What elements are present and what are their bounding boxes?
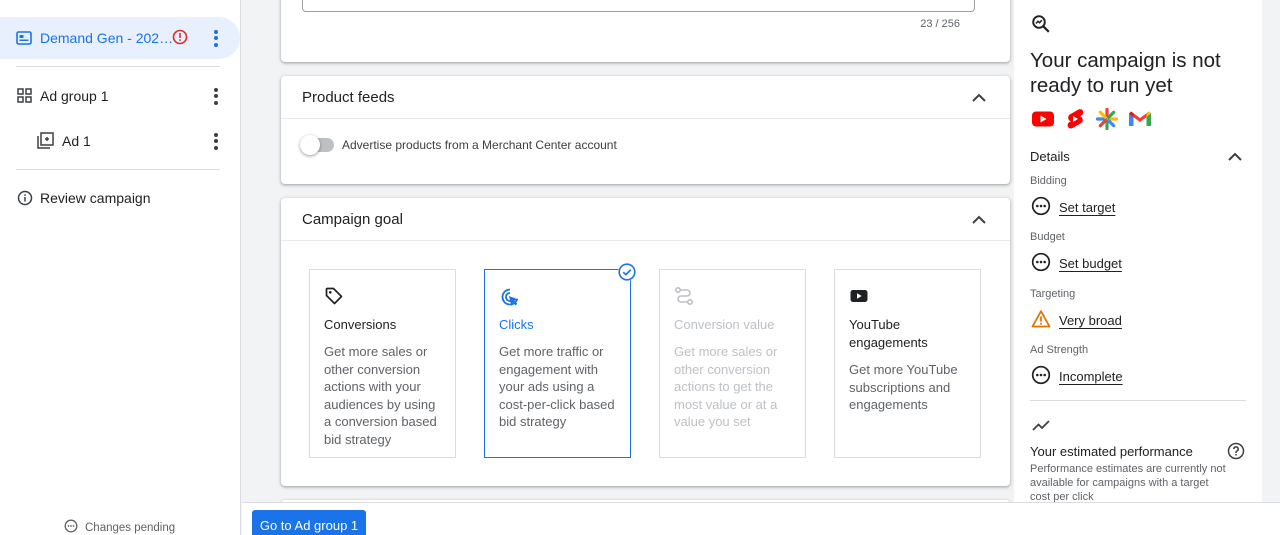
estimated-performance-title: Your estimated performance xyxy=(1030,444,1193,459)
campaign-goal-title: Campaign goal xyxy=(302,211,403,228)
merchant-center-toggle[interactable] xyxy=(300,135,334,155)
description-text-field[interactable] xyxy=(302,0,975,12)
divider xyxy=(1030,400,1246,401)
youtube-logo-icon xyxy=(1031,107,1055,136)
goal-description: Get more YouTube subscriptions and engag… xyxy=(849,362,958,412)
pending-label: Changes pending xyxy=(85,521,176,534)
divider xyxy=(16,66,220,67)
set-target-link[interactable]: Set target xyxy=(1059,200,1115,215)
bidding-value[interactable]: Set target xyxy=(1031,196,1115,219)
warning-icon xyxy=(1031,309,1051,332)
goal-option-conversion-value: Conversion value Get more sales or other… xyxy=(659,269,806,458)
goal-title: Conversions xyxy=(324,317,397,332)
sidebar-item-label: Review campaign xyxy=(40,190,151,206)
info-icon xyxy=(17,190,33,209)
details-label: Details xyxy=(1030,149,1070,164)
divider xyxy=(16,169,220,170)
changes-pending-status: Changes pending xyxy=(64,519,175,535)
youtube-shorts-logo-icon xyxy=(1063,107,1087,136)
campaign-nav-sidebar: Demand Gen - 202… Ad group 1 Ad 1 Review… xyxy=(0,0,241,535)
search-insights-icon xyxy=(1031,14,1051,39)
bottom-action-bar xyxy=(242,502,1280,535)
goal-title: Conversion value xyxy=(674,317,775,332)
pending-dots-icon xyxy=(1031,252,1051,275)
ad-strength-label: Ad Strength xyxy=(1030,344,1089,356)
help-icon[interactable] xyxy=(1227,442,1245,465)
goal-title: Clicks xyxy=(499,317,534,332)
sidebar-item-ad-group[interactable]: Ad group 1 xyxy=(0,84,240,108)
main-content: 23 / 256 Product feeds Advertise product… xyxy=(242,0,1014,535)
gmail-logo-icon xyxy=(1127,107,1153,136)
estimated-performance-text: Performance estimates are currently not … xyxy=(1030,463,1226,502)
bidding-label: Bidding xyxy=(1030,175,1067,187)
more-options-icon[interactable] xyxy=(209,131,223,151)
description-card: 23 / 256 xyxy=(281,0,1010,62)
campaign-goal-card: Campaign goal Conversions Get more sales… xyxy=(281,198,1010,486)
scrollbar-track[interactable] xyxy=(1262,0,1280,502)
budget-label: Budget xyxy=(1030,231,1065,243)
ad-icon xyxy=(37,132,54,152)
sidebar-item-label: Ad 1 xyxy=(62,133,91,149)
very-broad-link[interactable]: Very broad xyxy=(1059,313,1122,328)
ad-strength-value[interactable]: Incomplete xyxy=(1031,365,1123,388)
product-feeds-title: Product feeds xyxy=(302,89,395,106)
error-icon xyxy=(172,29,188,48)
targeting-value[interactable]: Very broad xyxy=(1031,309,1122,332)
pending-dots-icon xyxy=(1031,365,1051,388)
pending-dots-icon xyxy=(1031,196,1051,219)
goal-description: Get more sales or other conversion actio… xyxy=(674,344,778,429)
discover-logo-icon xyxy=(1095,107,1119,136)
toggle-label: Advertise products from a Merchant Cente… xyxy=(342,138,617,152)
grid-icon xyxy=(17,88,32,106)
incomplete-link[interactable]: Incomplete xyxy=(1059,369,1123,384)
more-options-icon[interactable] xyxy=(209,28,223,48)
goal-description: Get more traffic or engagement with your… xyxy=(499,344,615,429)
product-feeds-header[interactable]: Product feeds xyxy=(281,76,1010,119)
campaign-icon xyxy=(16,30,32,49)
goal-title: YouTube engagements xyxy=(849,317,928,350)
chevron-up-icon[interactable] xyxy=(970,89,988,112)
goal-option-clicks[interactable]: Clicks Get more traffic or engagement wi… xyxy=(484,263,636,458)
go-to-ad-group-button[interactable]: Go to Ad group 1 xyxy=(252,510,366,535)
sidebar-item-review[interactable]: Review campaign xyxy=(0,187,240,211)
sidebar-item-campaign[interactable]: Demand Gen - 202… xyxy=(0,17,240,59)
pending-icon xyxy=(64,519,78,535)
goal-description: Get more sales or other conversion actio… xyxy=(324,344,437,447)
set-budget-link[interactable]: Set budget xyxy=(1059,256,1122,271)
route-icon xyxy=(674,286,791,308)
more-options-icon[interactable] xyxy=(209,86,223,106)
sidebar-item-label: Demand Gen - 202… xyxy=(40,30,174,46)
char-counter: 23 / 256 xyxy=(920,18,960,30)
sidebar-item-label: Ad group 1 xyxy=(40,88,109,104)
chevron-up-icon[interactable] xyxy=(1226,148,1244,171)
budget-value[interactable]: Set budget xyxy=(1031,252,1122,275)
chevron-up-icon[interactable] xyxy=(970,211,988,234)
sidebar-item-ad[interactable]: Ad 1 xyxy=(0,129,240,153)
youtube-icon xyxy=(849,286,966,308)
trending-icon xyxy=(1032,418,1050,437)
network-logos xyxy=(1031,107,1153,136)
tag-icon xyxy=(324,286,441,308)
product-feeds-card: Product feeds Advertise products from a … xyxy=(281,76,1010,184)
goal-option-conversions[interactable]: Conversions Get more sales or other conv… xyxy=(309,269,456,458)
campaign-status-title: Your campaign is not ready to run yet xyxy=(1030,49,1221,97)
merchant-center-toggle-row: Advertise products from a Merchant Cente… xyxy=(300,135,617,155)
campaign-summary-panel: Your campaign is not ready to run yet De… xyxy=(1014,0,1280,502)
campaign-goal-header[interactable]: Campaign goal xyxy=(281,198,1010,241)
cursor-click-icon xyxy=(499,286,616,308)
goal-option-youtube-engagements[interactable]: YouTube engagements Get more YouTube sub… xyxy=(834,269,981,458)
targeting-label: Targeting xyxy=(1030,288,1076,300)
selected-check-icon xyxy=(618,263,636,281)
